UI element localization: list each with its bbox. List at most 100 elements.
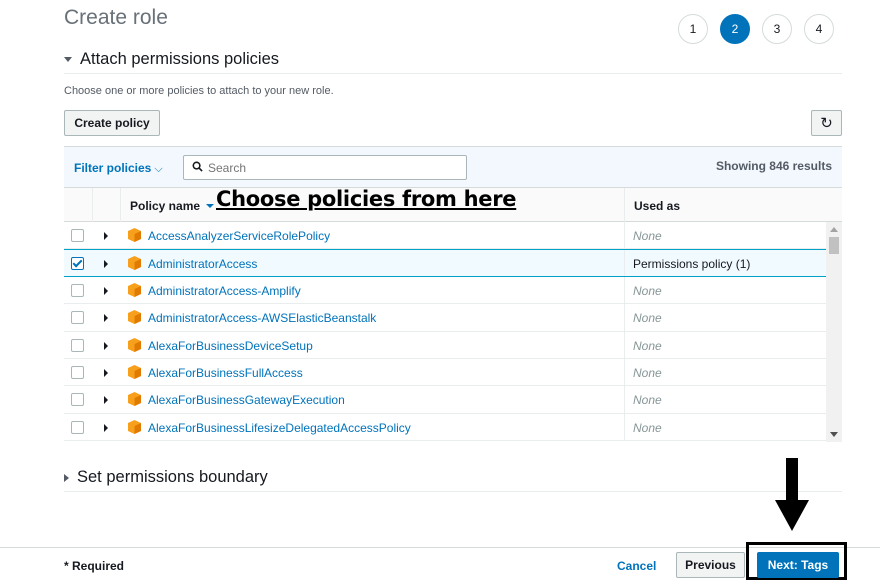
- section-divider: [64, 491, 842, 492]
- results-count: Showing 846 results: [715, 159, 832, 173]
- row-checkbox[interactable]: [71, 393, 84, 407]
- policy-box-icon: [128, 228, 141, 242]
- policy-table-body: AccessAnalyzerServiceRolePolicy None Adm…: [64, 222, 826, 442]
- used-as-value: None: [633, 338, 662, 353]
- policy-box-icon: [128, 392, 141, 407]
- policy-name-link[interactable]: AdministratorAccess: [148, 257, 257, 271]
- table-row[interactable]: AccessAnalyzerServiceRolePolicy None: [64, 222, 826, 250]
- column-divider: [92, 188, 93, 222]
- caret-down-icon: [64, 57, 72, 62]
- column-divider: [624, 413, 625, 441]
- row-checkbox[interactable]: [71, 311, 84, 325]
- scroll-up-icon[interactable]: [830, 227, 838, 232]
- column-divider: [624, 304, 625, 331]
- previous-button[interactable]: Previous: [676, 552, 745, 578]
- expand-icon[interactable]: [104, 260, 108, 269]
- cancel-button[interactable]: Cancel: [617, 559, 656, 573]
- row-checkbox[interactable]: [71, 257, 84, 271]
- column-divider: [624, 331, 625, 358]
- table-row[interactable]: AlexaForBusinessGatewayExecution None: [64, 386, 826, 414]
- table-row[interactable]: AlexaForBusinessDeviceSetup None: [64, 331, 826, 359]
- policy-box-icon: [128, 419, 141, 434]
- expand-icon[interactable]: [104, 368, 108, 377]
- used-as-value: None: [633, 420, 662, 435]
- attach-description: Choose one or more policies to attach to…: [64, 85, 334, 97]
- search-input[interactable]: [208, 160, 438, 175]
- permissions-boundary-title: Set permissions boundary: [77, 468, 268, 486]
- step-3: 3: [762, 14, 792, 44]
- table-row[interactable]: AdministratorAccess-Amplify None: [64, 276, 826, 305]
- policy-box-icon: [128, 310, 141, 325]
- policy-name-link[interactable]: AlexaForBusinessFullAccess: [148, 366, 303, 380]
- column-divider: [120, 188, 121, 222]
- refresh-button[interactable]: ↻: [811, 110, 842, 136]
- policy-name-link[interactable]: AlexaForBusinessDeviceSetup: [148, 339, 313, 353]
- column-policy-name-label: Policy name: [130, 199, 201, 213]
- policy-name-link[interactable]: AlexaForBusinessGatewayExecution: [148, 393, 345, 407]
- refresh-icon: ↻: [820, 115, 833, 132]
- policy-name-link[interactable]: AccessAnalyzerServiceRolePolicy: [148, 229, 330, 243]
- row-checkbox[interactable]: [71, 229, 84, 242]
- column-used-as[interactable]: Used as: [634, 199, 680, 213]
- used-as-value: None: [633, 229, 662, 243]
- attach-permissions-title: Attach permissions policies: [80, 50, 279, 68]
- filter-bar: Filter policies⌵ Showing 846 results: [64, 146, 842, 188]
- table-row[interactable]: AdministratorAccess Permissions policy (…: [64, 249, 826, 277]
- page-title: Create role: [64, 6, 168, 29]
- row-checkbox[interactable]: [71, 365, 84, 379]
- used-as-value: Permissions policy (1): [633, 257, 751, 272]
- search-box[interactable]: [183, 155, 467, 180]
- expand-icon[interactable]: [104, 314, 108, 323]
- used-as-value: None: [633, 311, 662, 326]
- column-divider: [624, 222, 625, 249]
- policy-box-icon: [128, 256, 141, 271]
- policy-name-link[interactable]: AdministratorAccess-AWSElasticBeanstalk: [148, 311, 376, 325]
- permissions-boundary-header[interactable]: Set permissions boundary: [64, 468, 268, 487]
- step-2: 2: [720, 14, 750, 44]
- checkmark-icon: [72, 257, 83, 268]
- row-checkbox[interactable]: [71, 338, 84, 352]
- policy-box-icon: [128, 364, 141, 379]
- scroll-thumb[interactable]: [829, 237, 839, 254]
- used-as-value: None: [633, 393, 662, 408]
- column-policy-name[interactable]: Policy name: [130, 199, 215, 213]
- step-1: 1: [678, 14, 708, 44]
- search-icon: [192, 161, 203, 175]
- arrow-down-icon: [775, 458, 809, 531]
- policy-name-link[interactable]: AdministratorAccess-Amplify: [148, 284, 301, 298]
- policy-box-icon: [128, 282, 141, 297]
- filter-policies-dropdown[interactable]: Filter policies ⌵: [74, 161, 163, 176]
- annotation-text: Choose policies from here: [216, 187, 517, 211]
- table-row[interactable]: AdministratorAccess-AWSElasticBeanstalk …: [64, 304, 826, 332]
- sort-desc-icon: [206, 204, 215, 208]
- column-divider: [624, 188, 625, 222]
- column-divider: [624, 358, 625, 386]
- expand-icon[interactable]: [104, 423, 108, 432]
- step-4: 4: [804, 14, 834, 44]
- attach-permissions-header[interactable]: Attach permissions policies: [64, 50, 279, 69]
- policy-box-icon: [128, 337, 141, 352]
- required-note: * Required: [64, 559, 125, 573]
- row-checkbox[interactable]: [71, 283, 84, 297]
- column-divider: [624, 386, 625, 413]
- table-row[interactable]: AlexaForBusinessFullAccess None: [64, 358, 826, 387]
- create-policy-button[interactable]: Create policy: [64, 110, 160, 136]
- expand-icon[interactable]: [104, 341, 108, 350]
- table-scrollbar[interactable]: [826, 222, 842, 442]
- policy-name-link[interactable]: AlexaForBusinessLifesizeDelegatedAccessP…: [148, 421, 411, 435]
- wizard-stepper: 1 2 3 4: [678, 14, 834, 44]
- used-as-value: None: [633, 365, 662, 380]
- section-divider: [64, 73, 842, 74]
- chevron-down-icon: ⌵: [154, 163, 163, 175]
- table-row[interactable]: AlexaForBusinessLifesizeDelegatedAccessP…: [64, 413, 826, 442]
- expand-icon[interactable]: [104, 396, 108, 405]
- column-divider: [624, 276, 625, 304]
- expand-icon[interactable]: [104, 232, 108, 240]
- scroll-down-icon[interactable]: [830, 432, 838, 437]
- next-tags-button[interactable]: Next: Tags: [757, 552, 839, 578]
- column-divider: [624, 250, 625, 276]
- expand-icon[interactable]: [104, 286, 108, 295]
- used-as-value: None: [633, 283, 662, 298]
- row-checkbox[interactable]: [71, 420, 84, 434]
- caret-right-icon: [64, 473, 69, 482]
